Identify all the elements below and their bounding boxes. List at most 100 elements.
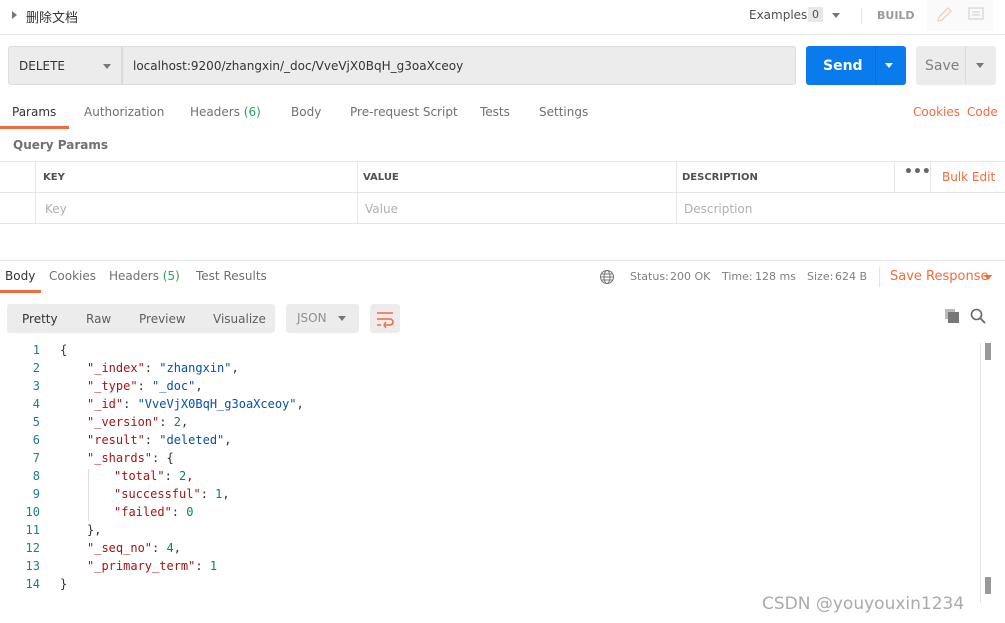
json-number: 2 bbox=[173, 415, 181, 429]
search-icon[interactable] bbox=[970, 308, 986, 324]
tab-test-results[interactable]: Test Results bbox=[196, 269, 267, 283]
comment-icon[interactable] bbox=[967, 6, 985, 24]
tab-tests[interactable]: Tests bbox=[480, 105, 510, 119]
json-string: "_doc" bbox=[152, 379, 196, 393]
chevron-down-icon bbox=[103, 64, 111, 69]
request-name[interactable]: 删除文档 bbox=[26, 7, 78, 26]
tab-response-body[interactable]: Body bbox=[5, 269, 35, 283]
expand-caret-icon[interactable] bbox=[12, 11, 17, 19]
wrap-lines-button[interactable] bbox=[370, 304, 400, 333]
line-number: 8 bbox=[32, 469, 40, 483]
line-number: 1 bbox=[32, 343, 40, 357]
json-punct: , bbox=[180, 415, 189, 429]
json-punct: : bbox=[144, 433, 160, 447]
json-punct: , bbox=[224, 433, 232, 447]
headers-count: (6) bbox=[243, 105, 261, 119]
params-table: KEY VALUE DESCRIPTION ••• Bulk Edit Key … bbox=[0, 161, 1005, 224]
code-line: "failed": 0 bbox=[114, 505, 193, 519]
col-divider bbox=[676, 162, 677, 224]
json-punct: : bbox=[195, 559, 210, 573]
tab-headers[interactable]: Headers (6) bbox=[190, 105, 261, 119]
save-response-button[interactable]: Save Response bbox=[890, 269, 988, 284]
save-options-icon[interactable] bbox=[976, 63, 984, 68]
json-punct: , bbox=[195, 379, 203, 393]
scrollbar-thumb[interactable] bbox=[985, 577, 991, 594]
tab-pre-request-script[interactable]: Pre-request Script bbox=[350, 105, 458, 119]
status-label: Status: bbox=[630, 270, 669, 283]
tab-label: Headers bbox=[109, 269, 159, 283]
header-value: VALUE bbox=[363, 172, 399, 183]
code-line: "_index": "zhangxin", bbox=[87, 361, 239, 375]
save-response-dropdown-icon[interactable] bbox=[984, 275, 992, 280]
json-punct: : bbox=[164, 469, 180, 483]
json-punct: : bbox=[159, 415, 174, 429]
build-label[interactable]: BUILD bbox=[877, 9, 915, 22]
mode-pretty[interactable]: Pretty bbox=[22, 312, 58, 326]
json-punct: , bbox=[296, 397, 304, 411]
scrollbar-thumb[interactable] bbox=[985, 343, 991, 360]
code-link[interactable]: Code bbox=[967, 105, 998, 119]
mode-preview[interactable]: Preview bbox=[139, 312, 186, 326]
json-punct: : bbox=[144, 361, 160, 375]
tab-authorization[interactable]: Authorization bbox=[84, 105, 164, 119]
save-button[interactable]: Save bbox=[916, 46, 996, 85]
json-string: "zhangxin" bbox=[159, 361, 232, 375]
format-select[interactable]: JSON bbox=[286, 304, 359, 333]
line-number: 3 bbox=[32, 379, 40, 393]
json-key: "_type" bbox=[87, 379, 138, 393]
examples-dropdown-icon[interactable] bbox=[832, 13, 840, 18]
tab-body[interactable]: Body bbox=[291, 105, 321, 119]
bulk-edit-link[interactable]: Bulk Edit bbox=[942, 170, 995, 184]
code-line: } bbox=[60, 577, 67, 591]
cookies-link[interactable]: Cookies bbox=[913, 105, 960, 119]
json-key: "_index" bbox=[87, 361, 145, 375]
pencil-icon[interactable] bbox=[935, 6, 953, 24]
col-divider bbox=[894, 162, 895, 192]
divider bbox=[965, 46, 966, 85]
key-input[interactable]: Key bbox=[45, 202, 67, 216]
description-input[interactable]: Description bbox=[684, 202, 752, 216]
tab-response-cookies[interactable]: Cookies bbox=[49, 269, 96, 283]
mode-visualize[interactable]: Visualize bbox=[213, 312, 266, 326]
tab-response-headers[interactable]: Headers (5) bbox=[109, 269, 180, 283]
value-input[interactable]: Value bbox=[365, 202, 398, 216]
code-line: "_seq_no": 4, bbox=[87, 541, 181, 555]
method-select[interactable]: DELETE bbox=[8, 46, 122, 85]
globe-icon[interactable] bbox=[599, 269, 615, 285]
examples-label[interactable]: Examples bbox=[749, 8, 807, 22]
query-params-title: Query Params bbox=[13, 138, 109, 152]
status-value: 200 OK bbox=[670, 270, 711, 283]
json-key: "total" bbox=[114, 469, 165, 483]
code-line: "_type": "_doc", bbox=[87, 379, 203, 393]
code-line: "_shards": { bbox=[87, 451, 174, 465]
mode-raw[interactable]: Raw bbox=[86, 312, 111, 326]
json-punct: : bbox=[171, 505, 187, 519]
send-options-icon[interactable] bbox=[885, 63, 893, 68]
copy-icon[interactable] bbox=[944, 308, 960, 324]
send-button[interactable]: Send bbox=[806, 46, 906, 85]
size-value: 624 B bbox=[835, 270, 868, 283]
active-tab-indicator bbox=[0, 290, 41, 293]
view-mode-group: Pretty Raw Preview Visualize bbox=[7, 304, 275, 333]
code-line: "_primary_term": 1 bbox=[87, 559, 217, 573]
editor-divider bbox=[980, 343, 981, 603]
more-options-icon[interactable]: ••• bbox=[904, 164, 931, 180]
json-punct: , bbox=[186, 469, 194, 483]
json-key: "_primary_term" bbox=[87, 559, 196, 573]
json-punct: : { bbox=[152, 451, 174, 465]
format-value: JSON bbox=[297, 311, 327, 325]
line-number: 10 bbox=[25, 505, 40, 519]
indent-guide bbox=[88, 469, 89, 521]
json-key: "successful" bbox=[114, 487, 201, 501]
line-number: 13 bbox=[25, 559, 40, 573]
col-divider bbox=[357, 162, 358, 224]
tab-params[interactable]: Params bbox=[12, 105, 56, 119]
line-number: 12 bbox=[25, 541, 40, 555]
url-input[interactable]: localhost:9200/zhangxin/_doc/VveVjX0BqH_… bbox=[122, 46, 796, 85]
json-number: 1 bbox=[209, 559, 218, 573]
method-value: DELETE bbox=[19, 59, 66, 73]
divider bbox=[875, 46, 876, 85]
divider bbox=[879, 267, 880, 287]
wrap-icon bbox=[377, 312, 394, 328]
tab-settings[interactable]: Settings bbox=[539, 105, 588, 119]
